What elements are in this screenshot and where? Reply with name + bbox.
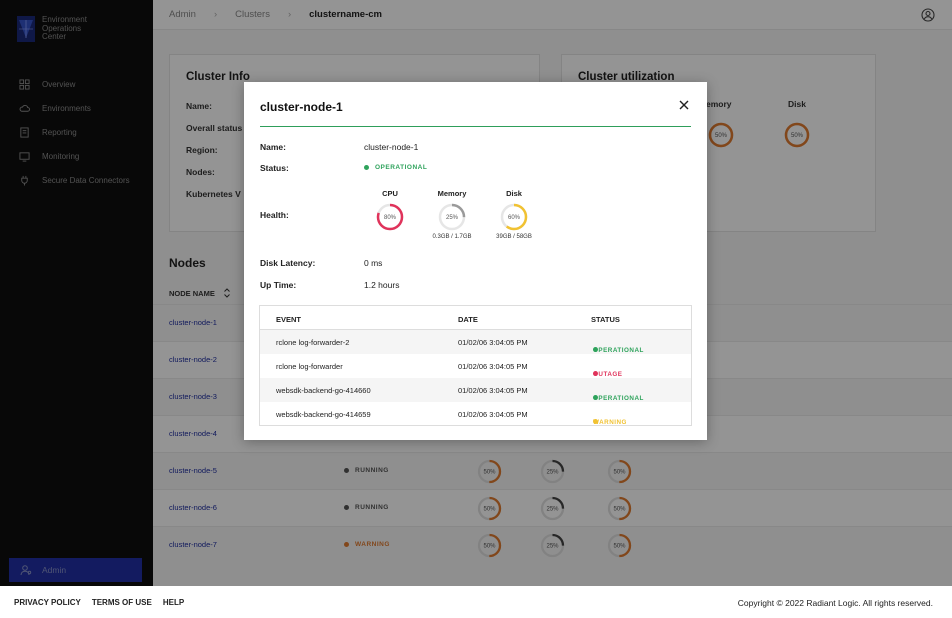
- modal-status-text: OPERATIONAL: [375, 164, 428, 171]
- event-status-text: WARNING: [593, 419, 627, 426]
- footer: PRIVACY POLICY TERMS OF USE HELP Copyrig…: [0, 586, 952, 618]
- events-table: EVENT DATE STATUS rclone log-forwarder-2…: [259, 305, 692, 426]
- cpu-gauge-value: 80%: [384, 215, 397, 221]
- event-status-text: OPERATIONAL: [593, 347, 644, 354]
- privacy-policy-link[interactable]: PRIVACY POLICY: [14, 598, 81, 607]
- table-row: websdk-backend-go-414660 01/02/06 3:04:0…: [260, 378, 691, 402]
- table-row: websdk-backend-go-414659 01/02/06 3:04:0…: [260, 402, 691, 426]
- cpu-gauge: 80%: [376, 203, 404, 231]
- help-link[interactable]: HELP: [163, 598, 184, 607]
- modal-title: cluster-node-1: [260, 100, 343, 114]
- cpu-gauge-label: CPU: [382, 189, 398, 198]
- modal-health-label: Health:: [260, 210, 289, 220]
- event-name: rclone log-forwarder: [276, 362, 343, 371]
- event-name: rclone log-forwarder-2: [276, 338, 350, 347]
- event-status-text: OPERATIONAL: [593, 395, 644, 402]
- event-status-text: OUTAGE: [593, 371, 623, 378]
- modal-name-label: Name:: [260, 142, 286, 152]
- memory-gauge: 25%: [438, 203, 466, 231]
- column-status[interactable]: STATUS: [591, 315, 620, 324]
- modal-divider: [260, 126, 691, 127]
- event-date: 01/02/06 3:04:05 PM: [458, 338, 528, 347]
- node-detail-modal: cluster-node-1 Name: cluster-node-1 Stat…: [244, 82, 707, 440]
- memory-detail: 0.3GB / 1.7GB: [432, 234, 472, 240]
- disk-gauge-label: Disk: [506, 189, 522, 198]
- status-dot: [364, 165, 369, 170]
- memory-gauge-label: Memory: [437, 189, 467, 198]
- column-event[interactable]: EVENT: [276, 315, 301, 324]
- memory-gauge-value: 25%: [446, 215, 459, 221]
- disk-gauge-value: 60%: [508, 215, 521, 221]
- modal-uptime-label: Up Time:: [260, 280, 297, 290]
- event-name: websdk-backend-go-414659: [276, 410, 371, 419]
- close-icon[interactable]: [677, 98, 691, 112]
- modal-latency-value: 0 ms: [364, 258, 383, 268]
- modal-status-badge: OPERATIONAL: [364, 164, 427, 171]
- disk-detail: 39GB / 58GB: [496, 234, 532, 240]
- table-row: rclone log-forwarder-2 01/02/06 3:04:05 …: [260, 330, 691, 354]
- event-date: 01/02/06 3:04:05 PM: [458, 386, 528, 395]
- table-row: rclone log-forwarder 01/02/06 3:04:05 PM…: [260, 354, 691, 378]
- events-header: EVENT DATE STATUS: [260, 306, 691, 330]
- modal-uptime-value: 1.2 hours: [364, 280, 400, 290]
- modal-status-label: Status:: [260, 163, 289, 173]
- column-date[interactable]: DATE: [458, 315, 478, 324]
- disk-gauge: 60%: [500, 203, 528, 231]
- modal-latency-label: Disk Latency:: [260, 258, 316, 268]
- modal-name-value: cluster-node-1: [364, 142, 419, 152]
- event-date: 01/02/06 3:04:05 PM: [458, 362, 528, 371]
- event-name: websdk-backend-go-414660: [276, 386, 371, 395]
- event-date: 01/02/06 3:04:05 PM: [458, 410, 528, 419]
- copyright-text: Copyright © 2022 Radiant Logic. All righ…: [737, 598, 933, 608]
- terms-of-use-link[interactable]: TERMS OF USE: [92, 598, 152, 607]
